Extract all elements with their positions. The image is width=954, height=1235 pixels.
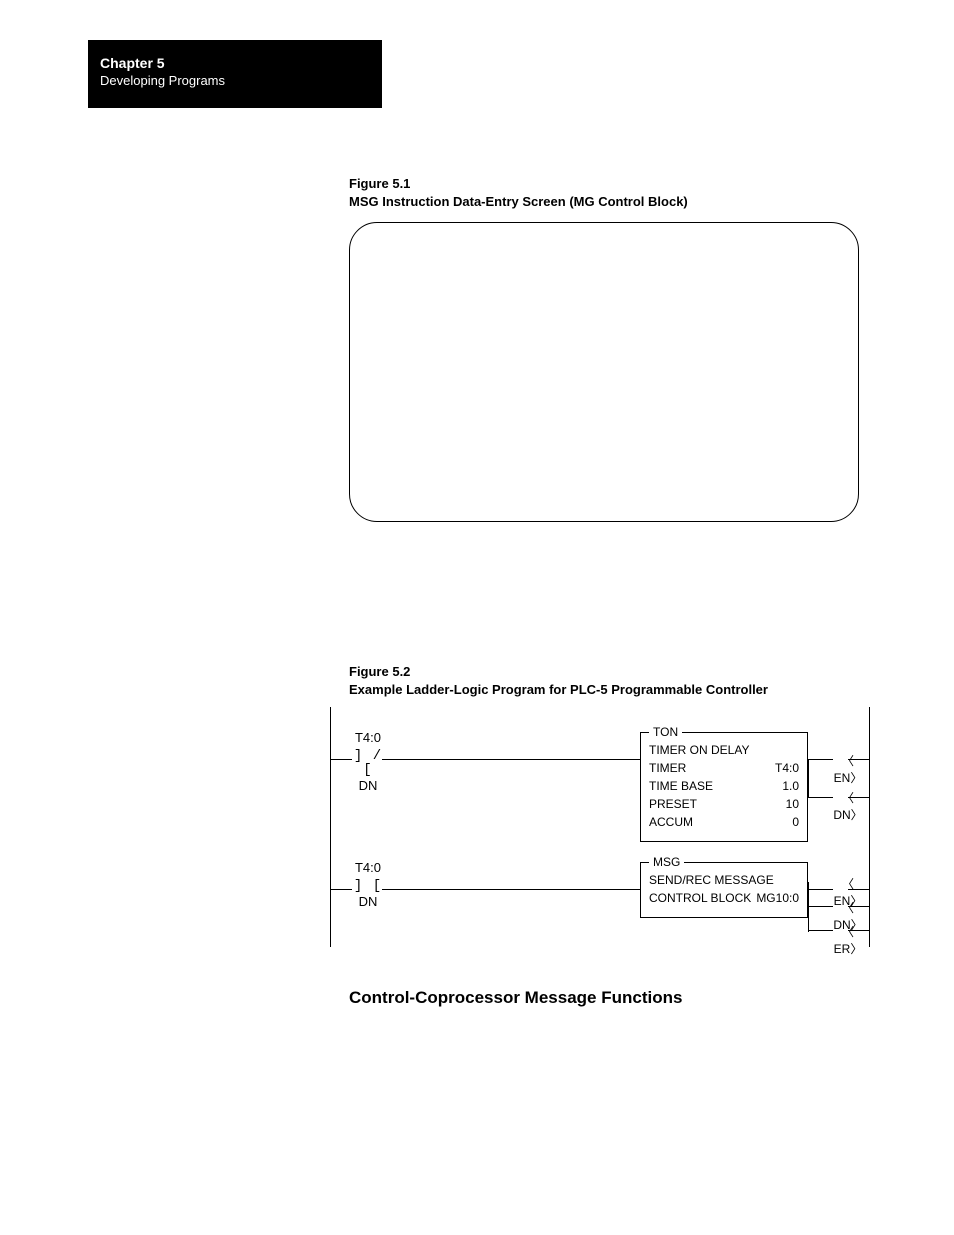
block-row: TIMER ON DELAY	[641, 741, 807, 759]
rung2-xic-contact: T4:0 ] [ DN	[350, 861, 386, 909]
rung1-wire	[382, 759, 640, 760]
er-output-coil: 〈 ER〉	[830, 923, 866, 957]
chapter-header: Chapter 5 Developing Programs	[88, 40, 382, 108]
block-row: CONTROL BLOCKMG10:0	[641, 889, 807, 907]
block-row: ACCUM0	[641, 813, 807, 831]
block-row: TIMERT4:0	[641, 759, 807, 777]
figure2-caption: Figure 5.2 Example Ladder-Logic Program …	[349, 663, 768, 699]
right-power-rail	[869, 707, 870, 947]
ton-instruction-block: TON TIMER ON DELAY TIMERT4:0 TIME BASE1.…	[640, 732, 808, 842]
contact-address: T4:0	[350, 861, 386, 875]
contact-bit: DN	[350, 895, 386, 909]
figure1-text: MSG Instruction Data-Entry Screen (MG Co…	[349, 194, 688, 209]
rung2-wire	[382, 889, 640, 890]
rung1-xio-contact: T4:0 ] / [ DN	[350, 731, 386, 793]
figure1-caption: Figure 5.1 MSG Instruction Data-Entry Sc…	[349, 175, 688, 211]
left-power-rail	[330, 707, 331, 947]
chapter-number: Chapter 5	[100, 54, 370, 72]
contact-address: T4:0	[350, 731, 386, 745]
section-heading: Control-Coprocessor Message Functions	[349, 988, 682, 1008]
rung2-branch-vertical	[808, 882, 809, 932]
figure1-screen-outline	[349, 222, 859, 522]
xio-symbol: ] / [	[350, 749, 386, 777]
rung1-branch-vertical	[808, 759, 809, 797]
figure1-number: Figure 5.1	[349, 176, 410, 191]
chapter-title: Developing Programs	[100, 72, 370, 90]
block-title: TON	[649, 725, 682, 739]
ladder-diagram: T4:0 ] / [ DN TON TIMER ON DELAY TIMERT4…	[330, 707, 870, 957]
dn-output-coil: 〈 DN〉	[830, 789, 866, 823]
msg-instruction-block: MSG SEND/REC MESSAGE CONTROL BLOCKMG10:0	[640, 862, 808, 918]
block-title: MSG	[649, 855, 684, 869]
block-row: TIME BASE1.0	[641, 777, 807, 795]
rung1-wire	[330, 759, 352, 760]
en-output-coil: 〈 EN〉	[830, 752, 866, 786]
contact-bit: DN	[350, 779, 386, 793]
block-row: SEND/REC MESSAGE	[641, 871, 807, 889]
figure2-number: Figure 5.2	[349, 664, 410, 679]
block-row: PRESET10	[641, 795, 807, 813]
xic-symbol: ] [	[350, 879, 386, 893]
figure2-text: Example Ladder-Logic Program for PLC-5 P…	[349, 682, 768, 697]
rung2-wire	[330, 889, 352, 890]
page: Chapter 5 Developing Programs Figure 5.1…	[0, 0, 954, 1235]
